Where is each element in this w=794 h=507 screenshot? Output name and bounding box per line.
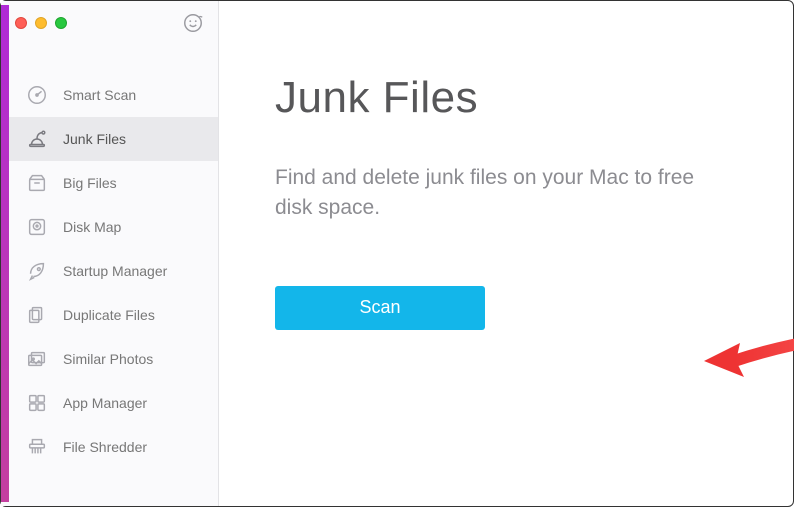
sidebar-item-label: Junk Files [63,131,126,147]
sidebar-nav: Smart Scan Junk Files Big Files [1,45,218,469]
sidebar-item-duplicate-files[interactable]: Duplicate Files [1,293,218,337]
main-panel: Junk Files Find and delete junk files on… [219,1,793,506]
support-icon[interactable] [182,12,204,34]
sidebar-item-app-manager[interactable]: App Manager [1,381,218,425]
app-window: Smart Scan Junk Files Big Files [1,1,793,506]
window-controls [15,17,67,29]
sidebar-item-junk-files[interactable]: Junk Files [1,117,218,161]
sidebar-item-smart-scan[interactable]: Smart Scan [1,73,218,117]
vacuum-icon [25,127,49,151]
minimize-window-button[interactable] [35,17,47,29]
sidebar: Smart Scan Junk Files Big Files [1,1,219,506]
page-subtitle: Find and delete junk files on your Mac t… [275,163,735,224]
apps-icon [25,391,49,415]
gauge-icon [25,83,49,107]
sidebar-item-big-files[interactable]: Big Files [1,161,218,205]
close-window-button[interactable] [15,17,27,29]
photos-icon [25,347,49,371]
sidebar-item-disk-map[interactable]: Disk Map [1,205,218,249]
box-icon [25,171,49,195]
sidebar-item-label: Smart Scan [63,87,136,103]
shredder-icon [25,435,49,459]
window-left-accent [1,5,9,502]
scan-button[interactable]: Scan [275,286,485,330]
sidebar-item-label: Big Files [63,175,117,191]
sidebar-item-label: Duplicate Files [63,307,155,323]
sidebar-item-label: File Shredder [63,439,147,455]
sidebar-item-file-shredder[interactable]: File Shredder [1,425,218,469]
disk-icon [25,215,49,239]
rocket-icon [25,259,49,283]
annotation-arrow-icon [704,323,794,393]
sidebar-item-label: Startup Manager [63,263,167,279]
duplicate-icon [25,303,49,327]
sidebar-item-label: Disk Map [63,219,121,235]
sidebar-item-label: Similar Photos [63,351,153,367]
maximize-window-button[interactable] [55,17,67,29]
sidebar-item-startup-manager[interactable]: Startup Manager [1,249,218,293]
sidebar-item-similar-photos[interactable]: Similar Photos [1,337,218,381]
titlebar [1,1,218,45]
page-title: Junk Files [275,73,737,123]
sidebar-item-label: App Manager [63,395,147,411]
